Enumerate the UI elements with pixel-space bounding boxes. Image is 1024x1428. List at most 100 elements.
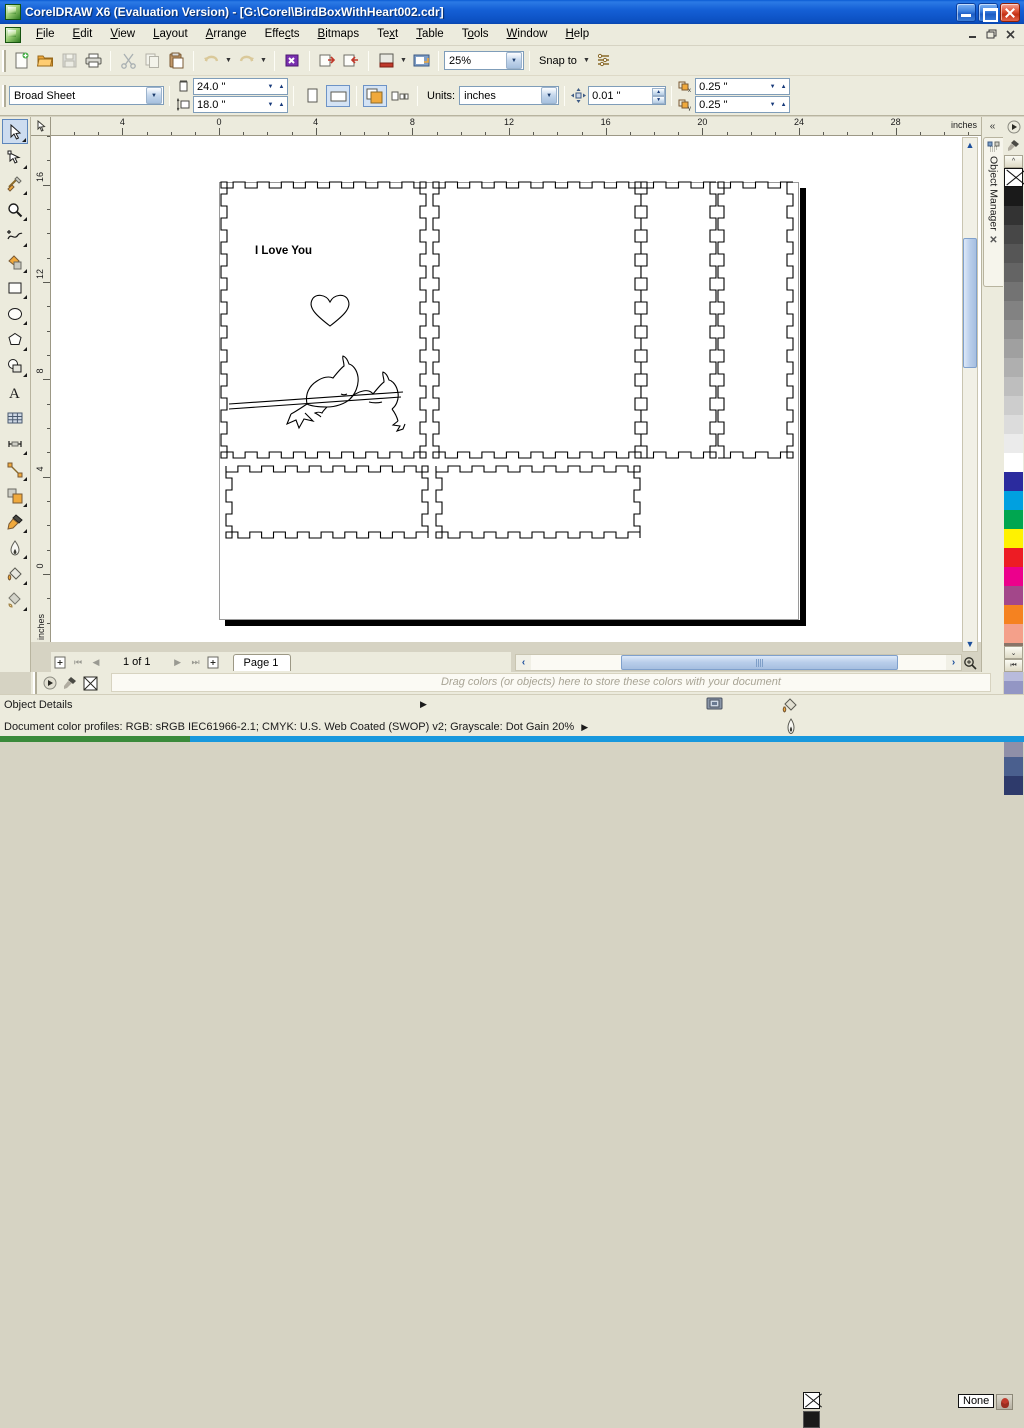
open-document-icon[interactable] <box>34 50 56 72</box>
menu-view[interactable]: View <box>101 25 144 44</box>
tool-crop[interactable] <box>2 171 28 196</box>
tool-pick[interactable] <box>2 119 28 144</box>
options-icon[interactable] <box>593 50 615 72</box>
palette-swatch[interactable] <box>1004 757 1023 776</box>
back-panel[interactable] <box>433 182 641 458</box>
minimize-button[interactable] <box>956 3 976 22</box>
no-color-icon[interactable] <box>82 675 98 691</box>
palette-swatch[interactable] <box>1004 396 1023 415</box>
tool-color-eyedropper[interactable] <box>2 509 28 534</box>
zoom-level-combo[interactable]: 25% ▼ <box>444 51 524 70</box>
eyedropper-icon[interactable] <box>62 675 78 691</box>
menu-bitmaps[interactable]: Bitmaps <box>309 25 369 44</box>
page-height-decrement[interactable]: ▼ <box>265 97 276 112</box>
mdi-restore-button[interactable] <box>983 28 999 42</box>
tool-outline[interactable] <box>2 535 28 560</box>
all-pages-button[interactable] <box>363 85 387 107</box>
tool-basic-shapes[interactable] <box>2 353 28 378</box>
export-icon[interactable] <box>316 50 338 72</box>
mdi-minimize-button[interactable] <box>964 28 980 42</box>
palette-swatch[interactable] <box>1004 339 1023 358</box>
page-width-increment[interactable]: ▲ <box>276 79 287 94</box>
monitor-proof-icon[interactable] <box>706 697 723 715</box>
drawing-canvas[interactable]: I Love You <box>51 136 981 642</box>
palette-swatch[interactable] <box>1004 225 1023 244</box>
fill-none-swatch[interactable] <box>803 1392 820 1409</box>
import-icon[interactable] <box>281 50 303 72</box>
vertical-scrollbar[interactable]: ▲ ▼ <box>962 137 978 652</box>
page-preset-combo[interactable]: Broad Sheet ▼ <box>9 86 164 105</box>
horizontal-ruler[interactable]: 40481216202428 inches <box>51 117 981 136</box>
next-page-button[interactable]: ▶ <box>170 654 186 670</box>
palette-swatch[interactable] <box>1004 187 1023 206</box>
navigator-magnifier-icon[interactable] <box>961 654 979 671</box>
palette-swatch[interactable] <box>1004 358 1023 377</box>
document-palette-grip[interactable] <box>33 672 37 694</box>
menu-tools[interactable]: Tools <box>453 25 498 44</box>
tool-ellipse[interactable] <box>2 301 28 326</box>
palette-eyedropper-icon[interactable] <box>1003 136 1024 155</box>
menu-help[interactable]: Help <box>556 25 598 44</box>
palette-swatch[interactable] <box>1004 586 1023 605</box>
menu-edit[interactable]: Edit <box>64 25 102 44</box>
nudge-offset-spinner[interactable]: 0.01 " ▲ ▼ <box>588 86 666 105</box>
palette-swatch[interactable] <box>1004 472 1023 491</box>
zoom-dropdown-arrow[interactable]: ▼ <box>506 52 522 69</box>
tool-zoom[interactable] <box>2 197 28 222</box>
add-page-after-icon[interactable] <box>206 654 222 670</box>
nudge-decrement[interactable]: ▼ <box>652 96 665 104</box>
docker-tab-object-manager[interactable]: Object Manager ✕ <box>983 137 1003 287</box>
tool-text[interactable]: A <box>2 379 28 404</box>
print-icon[interactable] <box>82 50 104 72</box>
duplicate-x-increment[interactable]: ▲ <box>778 79 789 94</box>
page-preset-dropdown-arrow[interactable]: ▼ <box>146 87 162 104</box>
tool-dimension[interactable] <box>2 431 28 456</box>
previous-page-button[interactable]: ◀ <box>88 654 104 670</box>
tool-connector[interactable] <box>2 457 28 482</box>
menu-file[interactable]: File <box>27 25 64 44</box>
palette-swatch[interactable] <box>1004 605 1023 624</box>
vertical-ruler[interactable]: 0481216 inches <box>31 136 51 642</box>
menu-layout[interactable]: Layout <box>144 25 197 44</box>
scroll-left-arrow[interactable]: ‹ <box>516 655 531 670</box>
menu-arrange[interactable]: Arrange <box>197 25 256 44</box>
undo-dropdown-arrow[interactable]: ▼ <box>223 51 234 71</box>
vertical-scroll-thumb[interactable] <box>963 238 977 368</box>
tool-shape[interactable] <box>2 145 28 170</box>
tool-rectangle[interactable] <box>2 275 28 300</box>
page-tab-page-1[interactable]: Page 1 <box>233 654 292 671</box>
tool-interactive-fill[interactable] <box>2 587 28 612</box>
palette-swatch[interactable] <box>1004 244 1023 263</box>
palette-scroll-up-button[interactable]: ^ <box>1004 155 1023 168</box>
tool-fill[interactable] <box>2 561 28 586</box>
redo-dropdown-arrow[interactable]: ▼ <box>258 51 269 71</box>
palette-swatch[interactable] <box>1004 320 1023 339</box>
redo-icon[interactable] <box>235 50 257 72</box>
nudge-increment[interactable]: ▲ <box>652 88 665 96</box>
palette-swatch[interactable] <box>1004 529 1023 548</box>
palette-swatch[interactable] <box>1004 377 1023 396</box>
paste-icon[interactable] <box>165 50 187 72</box>
document-icon[interactable] <box>5 27 21 43</box>
ruler-origin-button[interactable] <box>31 117 51 136</box>
art-text-i-love-you[interactable]: I Love You <box>255 245 312 257</box>
palette-scroll-down-button[interactable]: ⌄ <box>1004 646 1023 659</box>
cut-icon[interactable] <box>117 50 139 72</box>
no-color-swatch[interactable] <box>1004 168 1023 187</box>
page-width-spinner[interactable]: 24.0 " ▼ ▲ <box>193 78 288 95</box>
units-combo[interactable]: inches ▼ <box>459 86 559 105</box>
first-page-button[interactable]: ⏮ <box>70 654 86 670</box>
horizontal-scroll-thumb[interactable] <box>621 655 898 670</box>
save-document-icon[interactable] <box>58 50 80 72</box>
palette-swatch[interactable] <box>1004 548 1023 567</box>
palette-swatch[interactable] <box>1004 263 1023 282</box>
tool-polygon[interactable] <box>2 327 28 352</box>
scroll-down-arrow[interactable]: ▼ <box>963 637 977 651</box>
outline-color-swatch[interactable] <box>803 1411 820 1428</box>
palette-swatch[interactable] <box>1004 206 1023 225</box>
page-width-decrement[interactable]: ▼ <box>265 79 276 94</box>
copy-icon[interactable] <box>141 50 163 72</box>
duplicate-y-spinner[interactable]: 0.25 " ▼ ▲ <box>695 96 790 113</box>
orientation-portrait-button[interactable] <box>300 85 324 107</box>
base-panel[interactable] <box>226 466 428 538</box>
